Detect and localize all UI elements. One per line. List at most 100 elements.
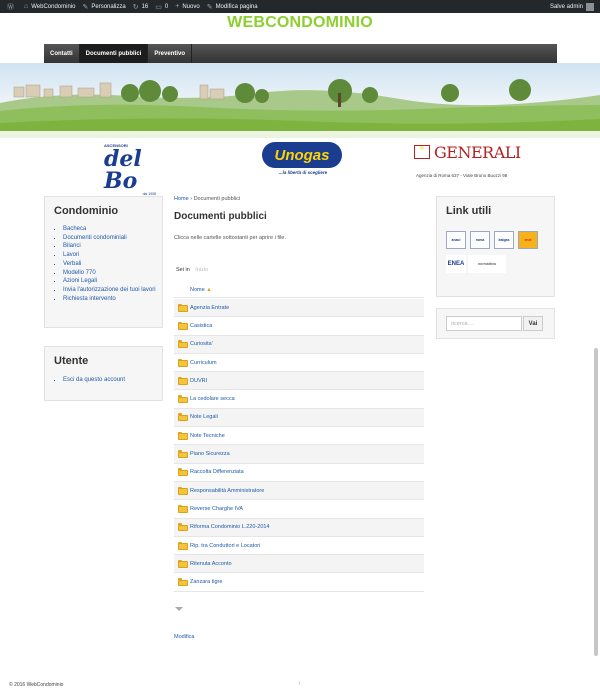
site-title[interactable]: WEBCONDOMINIO: [0, 14, 600, 32]
folder-icon: [178, 578, 188, 587]
admin-new-link[interactable]: + Nuovo: [175, 3, 199, 10]
folder-list: Agenzia Entrate Casistica Curiosita' Cur…: [174, 299, 424, 592]
folder-icon: [178, 321, 188, 330]
folder-row[interactable]: Responsabilità Amministratore: [174, 481, 424, 501]
comment-icon: ▭: [155, 3, 162, 11]
condominio-link-verbali[interactable]: Verbali: [63, 260, 173, 269]
condominio-link-azioni-legali[interactable]: Azioni Legali: [63, 277, 173, 286]
utente-links: Esci da questo account: [63, 376, 173, 385]
admin-updates-link[interactable]: ↻ 16: [133, 3, 149, 11]
folder-icon: [178, 376, 188, 385]
utente-widget: Utente Esci da questo account: [44, 346, 163, 401]
condominio-link-autorizzazione[interactable]: Invia l'autorizzazione dei tuoi lavori: [63, 286, 173, 295]
edit-link[interactable]: Modifica: [174, 634, 194, 640]
folder-icon: [178, 486, 188, 495]
folder-row[interactable]: Agenzia Entrate: [174, 299, 424, 318]
enel-logo[interactable]: enel: [518, 231, 538, 249]
header-banner: [0, 63, 600, 138]
home-icon: ⌂: [24, 3, 29, 10]
nav-item-contatti[interactable]: Contatti: [44, 44, 80, 63]
folder-row[interactable]: Curiosita': [174, 335, 424, 354]
sponsor-generali-logo[interactable]: ♌ GENERALI: [414, 143, 526, 171]
expand-down-icon[interactable]: [175, 607, 183, 611]
folder-row[interactable]: Rip. tra Conduttori e Locatori: [174, 537, 424, 556]
file-list-header: Nome ▲: [174, 280, 424, 298]
scrollbar[interactable]: [594, 348, 598, 656]
sort-ascending-icon: ▲: [206, 287, 212, 293]
folder-icon: [178, 541, 188, 550]
intro-text: Clicca nelle cartelle sottostanti per ap…: [174, 235, 286, 241]
sort-by-name-header[interactable]: Nome ▲: [190, 287, 212, 293]
folder-row[interactable]: Piano Sicurezza: [174, 445, 424, 464]
condominio-link-documenti[interactable]: Documenti condominiali: [63, 234, 173, 243]
normattiva-logo[interactable]: normattiva: [468, 255, 506, 273]
folder-row[interactable]: Casistica: [174, 317, 424, 336]
enea-logo[interactable]: ENEA: [446, 255, 466, 273]
avatar: [586, 2, 594, 11]
folder-icon: [178, 468, 188, 477]
breadcrumb-home[interactable]: Home: [174, 196, 189, 202]
wordpress-logo-icon[interactable]: Ⓦ: [7, 2, 17, 12]
folder-icon: [178, 559, 188, 568]
admin-customize-link[interactable]: ✎ Personalizza: [82, 3, 125, 11]
condominio-link-lavori[interactable]: Lavori: [63, 251, 173, 260]
folder-row[interactable]: Reverse Charghe IVA: [174, 500, 424, 519]
condominio-links: Bacheca Documenti condominiali Bilanci L…: [63, 225, 173, 303]
breadcrumb: Home › Documenti pubblici: [174, 196, 240, 202]
folder-row[interactable]: Note Legali: [174, 408, 424, 428]
brush-icon: ✎: [82, 3, 89, 11]
folder-row[interactable]: La cedolare secca: [174, 390, 424, 409]
admin-edit-page-link[interactable]: ✎ Modifica pagina: [207, 3, 258, 11]
pencil-icon: ✎: [206, 3, 213, 11]
folder-icon: [178, 523, 188, 532]
folder-icon: [178, 450, 188, 459]
folder-icon: [178, 431, 188, 440]
admin-site-link[interactable]: ⌂ WebCondominio: [24, 3, 75, 10]
back-to-top-icon[interactable]: ↑: [298, 681, 301, 687]
generali-address: Agenzia di Roma 637 - Viale Bruno Buozzi…: [416, 173, 508, 178]
search-button[interactable]: Vai: [523, 316, 543, 331]
folder-row[interactable]: Zanzara tigre: [174, 573, 424, 592]
folder-root-link[interactable]: Inizio: [195, 267, 208, 273]
folder-row[interactable]: Curriculum: [174, 354, 424, 373]
main-nav: Contatti Documenti pubblici Preventivo: [44, 44, 557, 63]
condominio-link-bilanci[interactable]: Bilanci: [63, 242, 173, 251]
sponsor-unogas-logo[interactable]: Unogas ...la libertà di scegliere: [262, 142, 344, 184]
folder-row[interactable]: DUVRI: [174, 372, 424, 391]
landscape-image: [0, 79, 600, 138]
link-utili-title: Link utili: [446, 205, 492, 217]
folder-location: Sei in Inizio: [176, 267, 209, 273]
anaci-logo[interactable]: anaci: [446, 231, 466, 249]
footer-copyright: © 2016 WebCondominio: [9, 682, 64, 688]
admin-comments-link[interactable]: ▭ 0: [155, 3, 168, 11]
condominio-widget: Condominio Bacheca Documenti condominial…: [44, 196, 163, 328]
updates-icon: ↻: [132, 3, 139, 11]
roma-logo[interactable]: roma: [470, 231, 490, 249]
search-input[interactable]: [446, 316, 522, 331]
breadcrumb-separator: ›: [190, 196, 193, 202]
folder-row[interactable]: Note Tecniche: [174, 427, 424, 446]
condominio-link-modello-770[interactable]: Modello 770: [63, 269, 173, 278]
condominio-link-bacheca[interactable]: Bacheca: [63, 225, 173, 234]
folder-row[interactable]: Raccolta Differenziata: [174, 464, 424, 482]
utente-title: Utente: [54, 355, 89, 367]
folder-row[interactable]: Ritenuta Acconto: [174, 555, 424, 574]
page-title: Documenti pubblici: [174, 211, 267, 222]
folder-row[interactable]: Riforma Condominio L.220-2014: [174, 518, 424, 537]
breadcrumb-current: Documenti pubblici: [193, 196, 241, 202]
folder-icon: [178, 504, 188, 513]
plus-icon: +: [175, 3, 180, 10]
folder-icon: [178, 358, 188, 367]
generali-lion-icon: ♌: [414, 145, 430, 159]
folder-icon: [178, 413, 188, 422]
link-utili-logos: anaci roma italgas enel ENEA normattiva: [446, 231, 546, 281]
sponsor-delbo-logo[interactable]: ASCENSORI del Bo dal 1908: [104, 143, 170, 196]
condominio-link-richiesta[interactable]: Richiesta intervento: [63, 295, 173, 304]
folder-icon: [178, 340, 188, 349]
admin-bar: Ⓦ ⌂ WebCondominio ✎ Personalizza ↻ 16 ▭ 0 + N…: [0, 0, 600, 13]
utente-link-logout[interactable]: Esci da questo account: [63, 376, 173, 385]
nav-item-documenti-pubblici[interactable]: Documenti pubblici: [79, 44, 149, 63]
italgas-logo[interactable]: italgas: [494, 231, 514, 249]
nav-item-preventivo[interactable]: Preventivo: [148, 44, 193, 63]
admin-account-menu[interactable]: Salve admin: [550, 2, 594, 11]
